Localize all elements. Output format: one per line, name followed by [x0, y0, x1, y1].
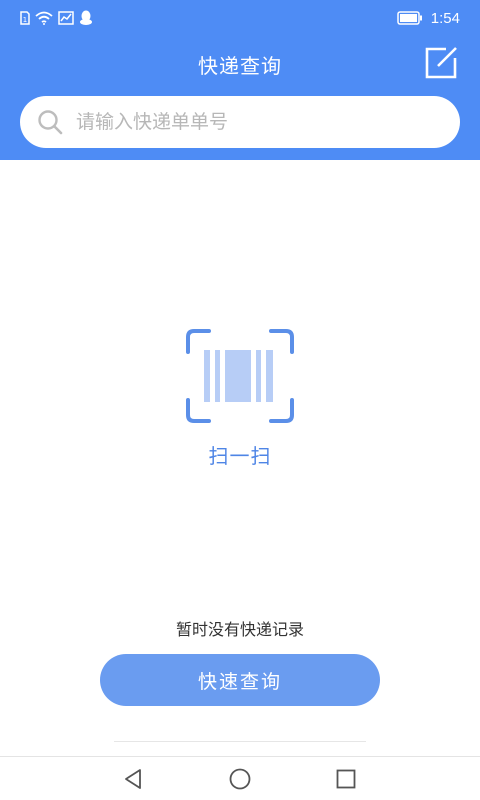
- chart-icon: [58, 11, 74, 25]
- back-icon: [125, 769, 141, 789]
- home-icon: [229, 768, 251, 790]
- home-button[interactable]: [226, 765, 254, 793]
- svg-text:1: 1: [23, 16, 27, 24]
- search-box[interactable]: [20, 96, 460, 148]
- title-bar: 快递查询: [0, 40, 480, 86]
- edit-icon: [425, 47, 457, 79]
- header: 1 1:54 快递查询 请输入快递单单号: [0, 0, 480, 160]
- wifi-icon: [35, 11, 53, 25]
- navigation-bar: [0, 756, 480, 800]
- status-icons-left: 1: [20, 10, 93, 26]
- divider: [114, 741, 366, 742]
- barcode-scan-icon: [186, 329, 294, 423]
- qq-icon: [80, 10, 92, 25]
- scan-button[interactable]: 扫一扫: [140, 320, 340, 470]
- search-input[interactable]: [76, 111, 436, 133]
- status-icons-right: 1:54: [397, 9, 460, 27]
- battery-icon: [397, 11, 422, 25]
- status-time: 1:54: [430, 9, 460, 27]
- page-title: 快递查询: [198, 54, 282, 78]
- recent-apps-icon: [336, 769, 356, 789]
- empty-state-text: 暂时没有快递记录: [175, 620, 304, 639]
- recent-apps-button[interactable]: [332, 765, 360, 793]
- status-bar: 1 1:54: [0, 0, 480, 36]
- back-button[interactable]: [120, 765, 148, 793]
- search-icon: [38, 110, 63, 135]
- sim-icon: 1: [20, 11, 30, 25]
- edit-button[interactable]: [422, 44, 460, 82]
- scan-label: 扫一扫: [208, 444, 272, 468]
- quick-query-button[interactable]: 快速查询: [100, 654, 380, 706]
